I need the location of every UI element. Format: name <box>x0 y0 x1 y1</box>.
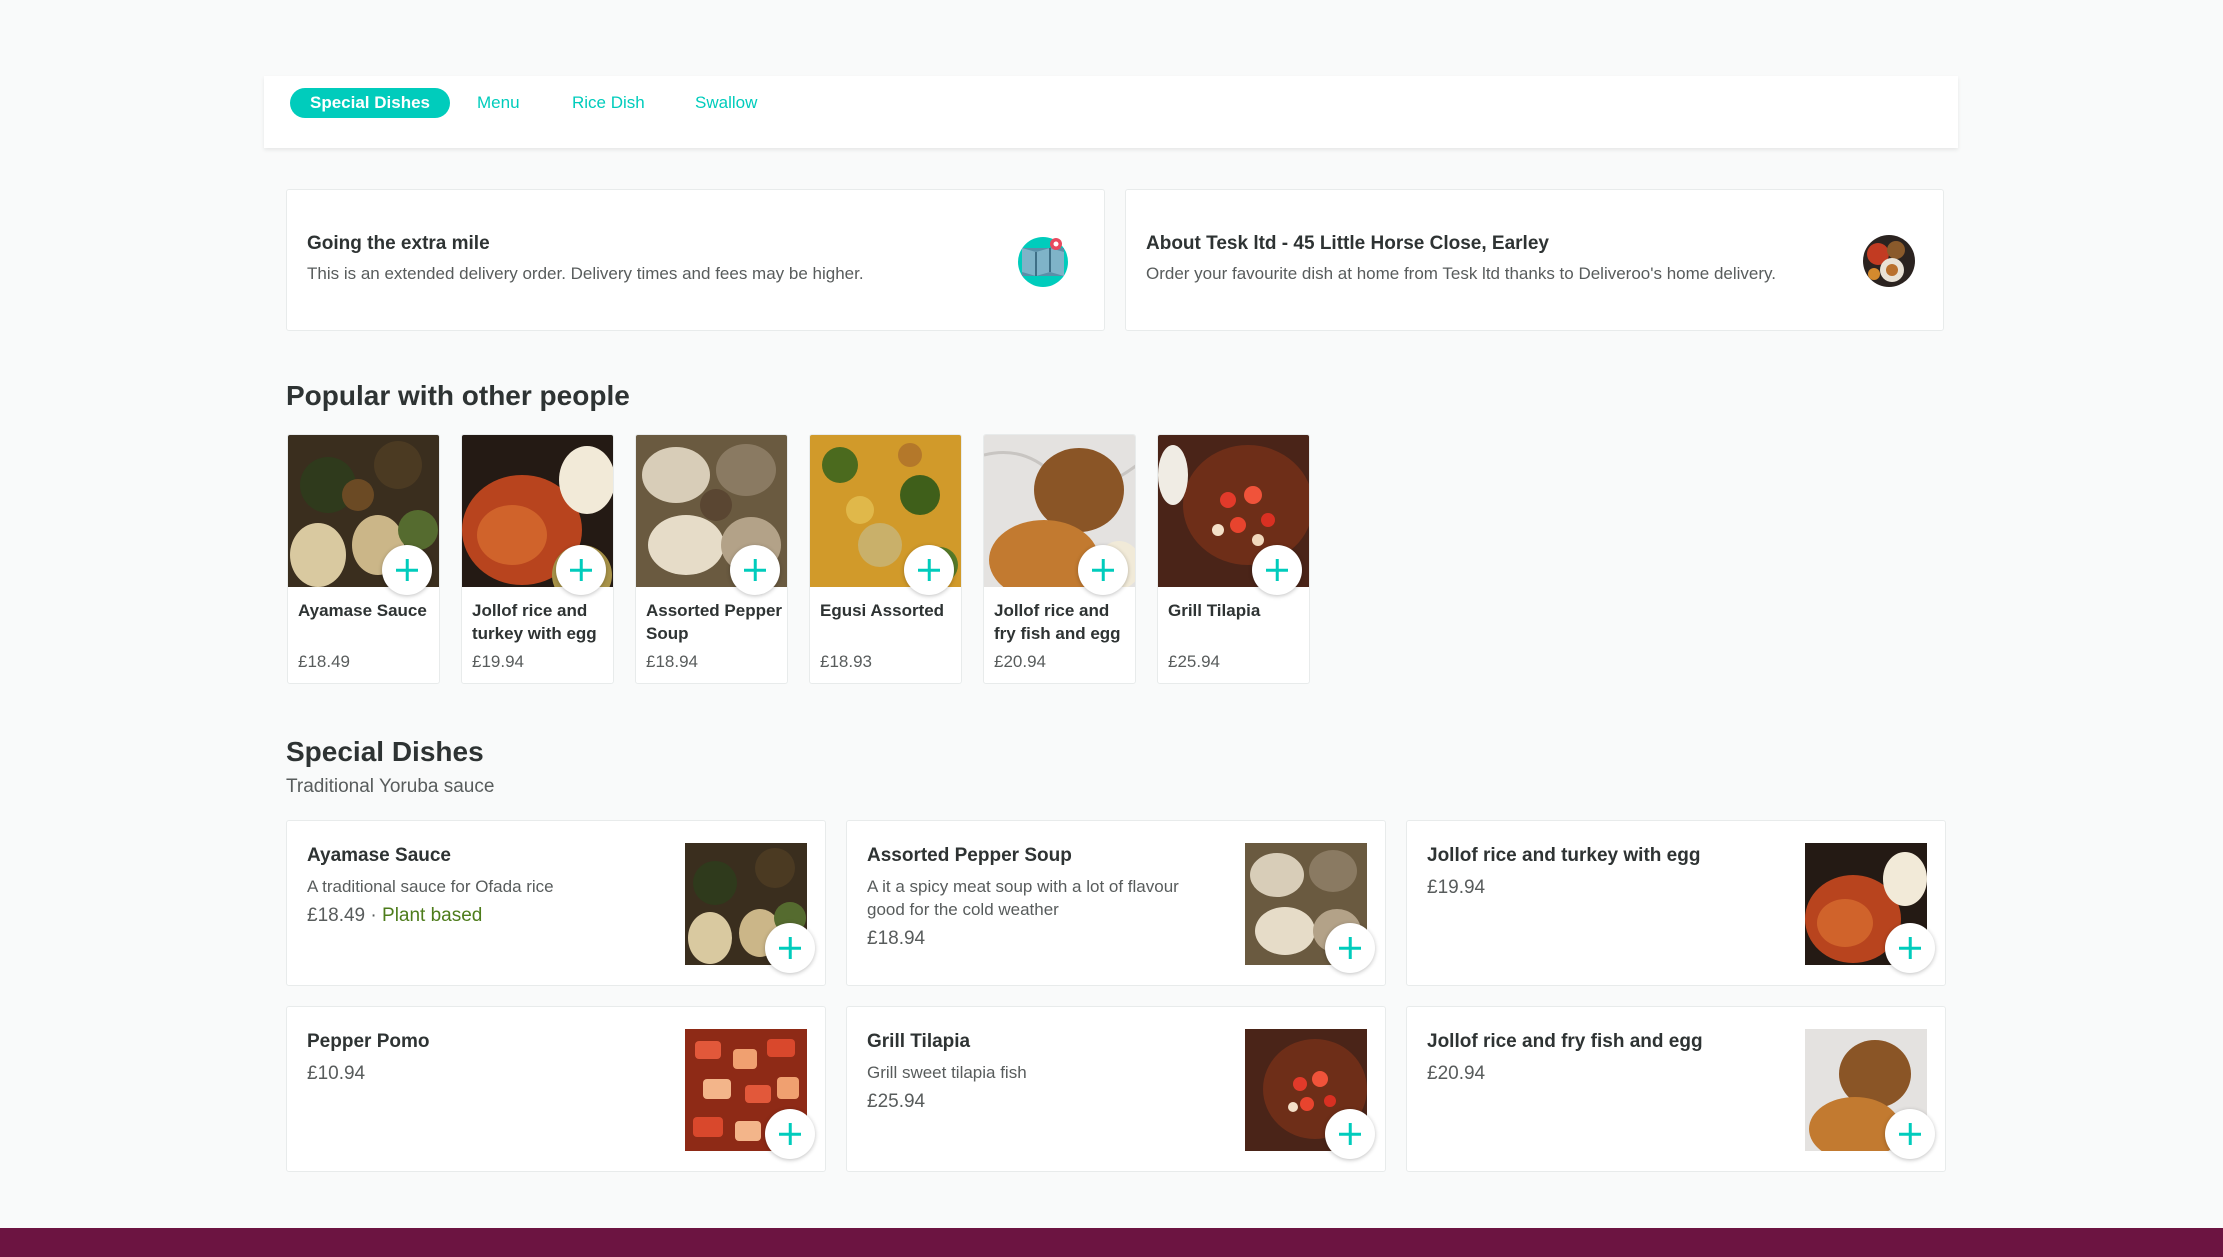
add-button[interactable] <box>765 923 815 973</box>
add-button[interactable] <box>904 545 954 595</box>
dish-name: Pepper Pomo <box>307 1031 430 1052</box>
category-tab-bar: Special Dishes Menu Rice Dish Swallow <box>264 76 1958 148</box>
dish-card[interactable]: Jollof rice and fry fish and egg £20.94 <box>1406 1006 1946 1172</box>
dish-description: A it a spicy meat soup with a lot of fla… <box>867 877 1179 919</box>
special-dishes-subheading: Traditional Yoruba sauce <box>286 776 495 797</box>
dish-price: £18.93 <box>820 652 872 671</box>
about-restaurant-title: About Tesk ltd - 45 Little Horse Close, … <box>1146 233 1549 254</box>
dish-description: A traditional sauce for Ofada rice <box>307 877 554 896</box>
dish-card[interactable]: Pepper Pomo £10.94 <box>286 1006 826 1172</box>
dish-description: Grill sweet tilapia fish <box>867 1063 1027 1082</box>
about-restaurant-text: Order your favourite dish at home from T… <box>1146 264 1777 283</box>
dish-card[interactable]: Jollof rice and turkey with egg £19.94 <box>1406 820 1946 986</box>
dish-name: Jollof rice and fry fish and egg <box>1427 1031 1703 1052</box>
special-dishes-heading: Special Dishes <box>286 736 484 767</box>
add-button[interactable] <box>1325 1109 1375 1159</box>
dish-price: £20.94 <box>994 652 1046 671</box>
popular-heading: Popular with other people <box>286 380 630 411</box>
popular-item[interactable]: Jollof rice and turkey with egg £19.94 <box>461 434 614 684</box>
popular-item[interactable]: Ayamase Sauce £18.49 <box>287 434 440 684</box>
dish-card[interactable]: Assorted Pepper Soup A it a spicy meat s… <box>846 820 1386 986</box>
add-button[interactable] <box>1252 545 1302 595</box>
dish-name: Assorted Pepper Soup <box>646 601 783 643</box>
add-button[interactable] <box>1885 923 1935 973</box>
plant-based-tag: Plant based <box>382 905 483 926</box>
dish-price: £18.49 <box>298 652 350 671</box>
tab-swallow[interactable]: Swallow <box>695 88 757 118</box>
popular-item[interactable]: Jollof rice and fry fish and egg £20.94 <box>983 434 1136 684</box>
popular-item[interactable]: Egusi Assorted £18.93 <box>809 434 962 684</box>
dish-name: Assorted Pepper Soup <box>867 845 1072 866</box>
add-button[interactable] <box>765 1109 815 1159</box>
dish-name: Egusi Assorted <box>820 601 945 620</box>
dish-price: £25.94 <box>1168 652 1220 671</box>
map-pin-icon <box>1018 237 1068 287</box>
dish-price: £18.94 <box>646 652 698 671</box>
popular-item[interactable]: Grill Tilapia £25.94 <box>1157 434 1310 684</box>
add-button[interactable] <box>1078 545 1128 595</box>
dish-price: £18.49 <box>307 905 366 926</box>
extended-delivery-text: This is an extended delivery order. Deli… <box>307 264 864 283</box>
dish-name: Ayamase Sauce <box>307 845 452 866</box>
dish-card[interactable]: Ayamase Sauce A traditional sauce for Of… <box>286 820 826 986</box>
dish-price: £18.94 <box>867 928 926 949</box>
add-button[interactable] <box>1325 923 1375 973</box>
dish-price: £25.94 <box>867 1091 926 1112</box>
add-button[interactable] <box>1885 1109 1935 1159</box>
dish-price-line: £18.49 · Plant based <box>307 905 483 926</box>
footer-bar <box>0 1228 2223 1257</box>
dish-price: £10.94 <box>307 1063 366 1084</box>
dish-name: Grill Tilapia <box>867 1031 971 1052</box>
add-button[interactable] <box>556 545 606 595</box>
dish-card[interactable]: Grill Tilapia Grill sweet tilapia fish £… <box>846 1006 1386 1172</box>
about-restaurant-card: About Tesk ltd - 45 Little Horse Close, … <box>1125 189 1944 331</box>
dish-name: Jollof rice and fry fish and egg <box>994 601 1121 643</box>
tab-rice-dish[interactable]: Rice Dish <box>572 88 645 118</box>
tab-special-dishes[interactable]: Special Dishes <box>290 88 451 118</box>
dish-name: Jollof rice and turkey with egg <box>472 601 597 643</box>
tab-menu[interactable]: Menu <box>477 88 520 118</box>
restaurant-avatar <box>1863 235 1915 287</box>
add-button[interactable] <box>730 545 780 595</box>
add-button[interactable] <box>382 545 432 595</box>
dish-name: Jollof rice and turkey with egg <box>1427 845 1701 866</box>
dish-name: Grill Tilapia <box>1168 601 1261 620</box>
dish-name: Ayamase Sauce <box>298 601 427 620</box>
dish-price: £19.94 <box>472 652 524 671</box>
extended-delivery-card: Going the extra mile This is an extended… <box>286 189 1105 331</box>
popular-item[interactable]: Assorted Pepper Soup £18.94 <box>635 434 788 684</box>
dish-price: £19.94 <box>1427 877 1486 898</box>
extended-delivery-title: Going the extra mile <box>307 233 490 254</box>
dish-price: £20.94 <box>1427 1063 1486 1084</box>
